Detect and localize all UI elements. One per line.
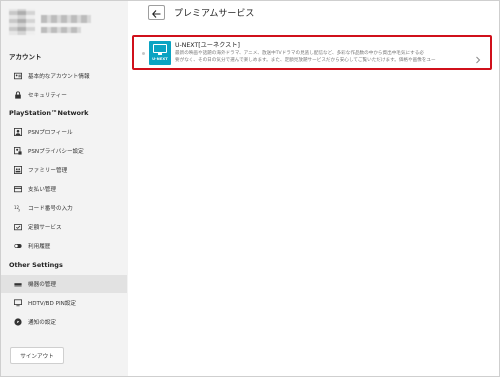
sidebar-item-label: 支払い管理 bbox=[28, 187, 56, 193]
sidebar-item-payment[interactable]: 支払い管理 bbox=[1, 180, 127, 198]
sidebar-item-label: PSNプライバシー設定 bbox=[28, 149, 84, 155]
sidebar-item-hdtv-pin[interactable]: HDTV/BD PIN設定 bbox=[1, 294, 127, 312]
sidebar-item-label: 通知の設定 bbox=[28, 320, 56, 326]
sidebar-item-label: 利用履歴 bbox=[28, 244, 51, 250]
status-dot bbox=[142, 52, 145, 55]
page-title: プレミアムサービス bbox=[174, 9, 255, 19]
service-title: U-NEXT[ユーネクスト] bbox=[175, 42, 240, 49]
username-blurred bbox=[41, 15, 91, 23]
subscription-icon bbox=[13, 222, 23, 232]
sidebar-item-label: HDTV/BD PIN設定 bbox=[28, 301, 76, 307]
arrow-left-icon bbox=[152, 3, 161, 22]
sidebar-item-label: 基本的なアカウント情報 bbox=[28, 74, 90, 80]
id-card-icon bbox=[13, 71, 23, 81]
lock-icon bbox=[13, 90, 23, 100]
code-icon: 12 3 bbox=[13, 203, 23, 213]
description-line-2: 要がなく、その日の気分で選んで楽しめます。また、定額見放題サービスだから安心して… bbox=[175, 58, 436, 64]
toggle-icon bbox=[13, 241, 23, 251]
service-description: 最新の映画や話題の海外ドラマ、アニメ、放送中TVドラマの見逃し配信など、多彩な作… bbox=[175, 50, 462, 65]
sidebar-item-subscription[interactable]: 定額サービス bbox=[1, 218, 127, 236]
description-line-1: 最新の映画や話題の海外ドラマ、アニメ、放送中TVドラマの見逃し配信など、多彩な作… bbox=[175, 51, 424, 56]
credit-card-icon bbox=[13, 184, 23, 194]
service-card-unext[interactable]: U-NEXT U-NEXT[ユーネクスト] 最新の映画や話題の海外ドラマ、アニメ… bbox=[132, 35, 492, 70]
back-button[interactable] bbox=[148, 5, 165, 20]
monitor-icon bbox=[13, 298, 23, 308]
account-header bbox=[9, 9, 127, 35]
family-icon bbox=[13, 165, 23, 175]
avatar bbox=[9, 9, 35, 35]
sidebar-item-label: ファミリー管理 bbox=[28, 168, 68, 174]
device-icon bbox=[13, 279, 23, 289]
logo-text: U-NEXT bbox=[152, 57, 168, 61]
sidebar-item-label: PSNプロフィール bbox=[28, 130, 73, 136]
sidebar-item-psn-privacy[interactable]: PSNプライバシー設定 bbox=[1, 142, 127, 160]
sidebar-item-basic-account-info[interactable]: 基本的なアカウント情報 bbox=[1, 67, 127, 85]
tv-screen-icon bbox=[153, 44, 167, 53]
svg-text:3: 3 bbox=[18, 209, 20, 212]
sidebar-item-device-management[interactable]: 機器の管理 bbox=[1, 275, 127, 293]
privacy-icon bbox=[13, 146, 23, 156]
sidebar-item-label: コード番号の入力 bbox=[28, 206, 73, 212]
section-other-settings-heading: Other Settings bbox=[9, 261, 63, 269]
sidebar-item-notifications[interactable]: 通知の設定 bbox=[1, 313, 127, 331]
unext-logo: U-NEXT bbox=[149, 41, 171, 65]
sidebar-item-label: 定額サービス bbox=[28, 225, 62, 231]
chevron-right-icon bbox=[474, 49, 482, 64]
sidebar-item-label: 機器の管理 bbox=[28, 282, 56, 288]
section-psn-heading: PlayStation™Network bbox=[9, 109, 89, 117]
tv-stand bbox=[158, 53, 162, 55]
sidebar-item-history[interactable]: 利用履歴 bbox=[1, 237, 127, 255]
profile-icon bbox=[13, 127, 23, 137]
sidebar-item-security[interactable]: セキュリティー bbox=[1, 86, 127, 104]
sidebar-item-label: セキュリティー bbox=[28, 93, 67, 99]
sidebar-item-family[interactable]: ファミリー管理 bbox=[1, 161, 127, 179]
sidebar-item-code-entry[interactable]: 12 3 コード番号の入力 bbox=[1, 199, 127, 217]
sidebar-item-psn-profile[interactable]: PSNプロフィール bbox=[1, 123, 127, 141]
section-account-heading: アカウント bbox=[9, 53, 42, 61]
signout-button[interactable]: サインアウト bbox=[10, 347, 64, 364]
account-id-blurred bbox=[41, 27, 81, 33]
notification-icon bbox=[13, 317, 23, 327]
